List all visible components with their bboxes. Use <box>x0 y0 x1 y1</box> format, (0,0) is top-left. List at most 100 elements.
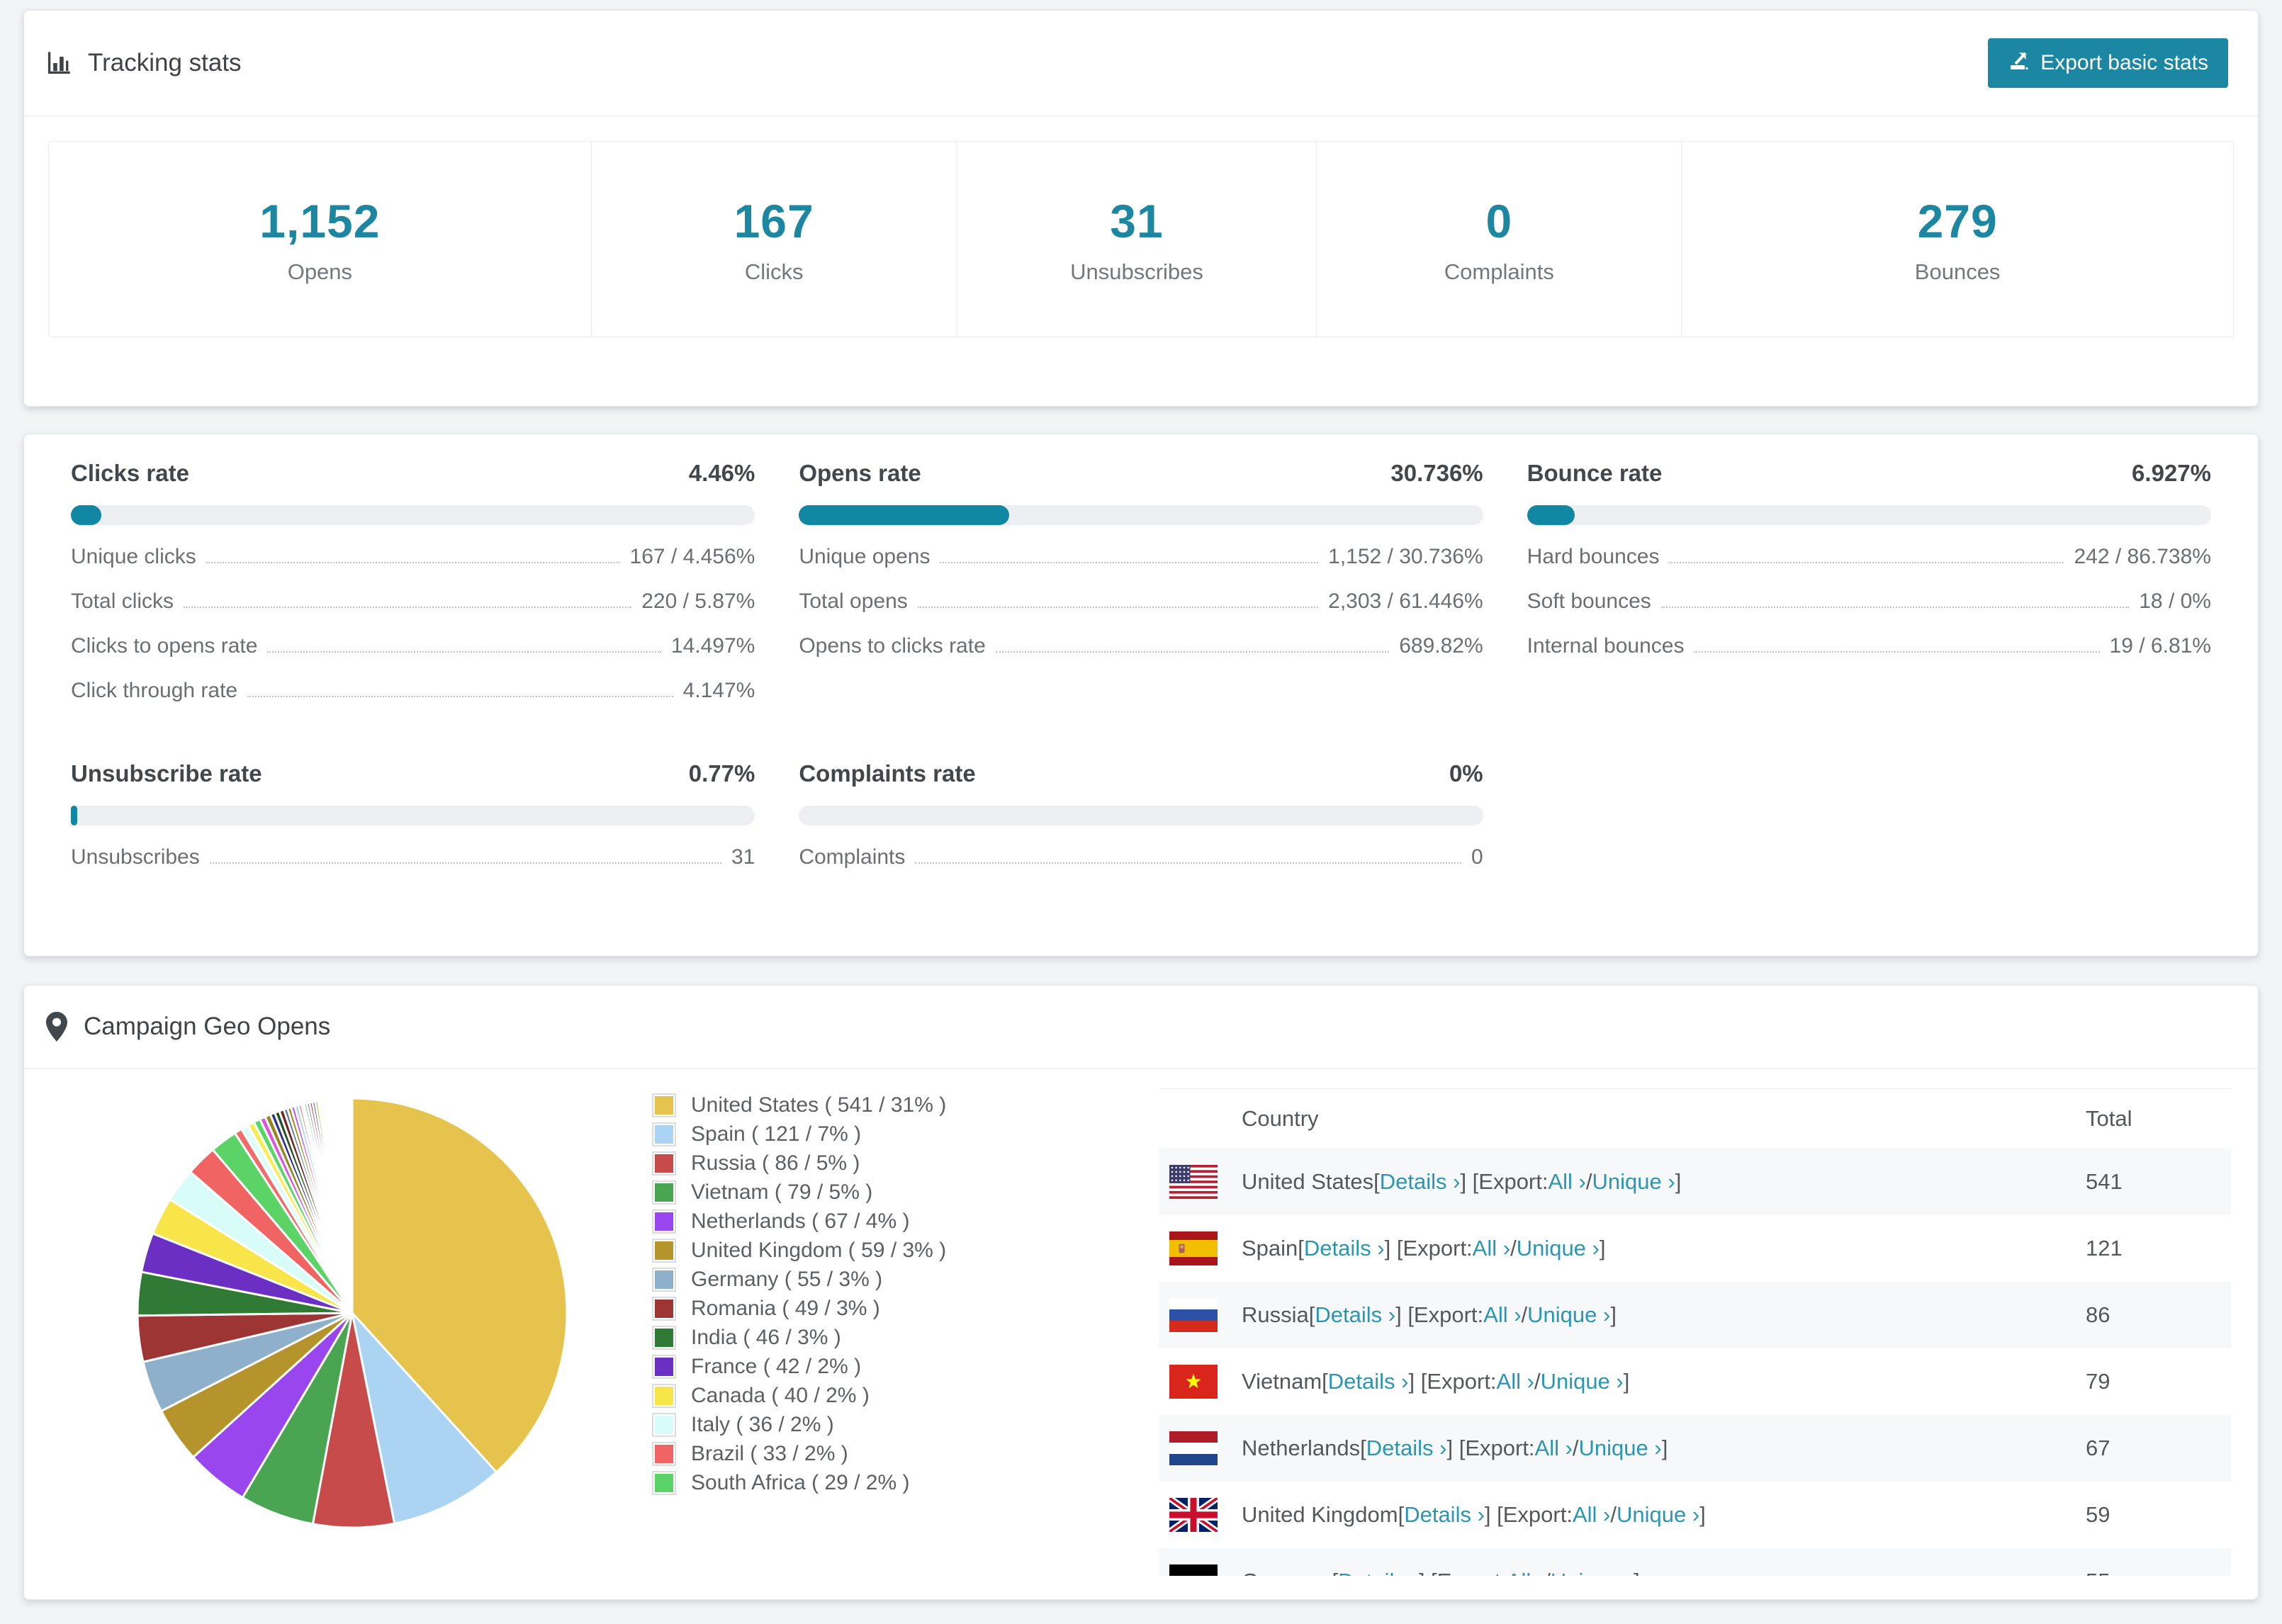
legend-item-vietnam: Vietnam ( 79 / 5% ) <box>652 1178 946 1207</box>
details-link[interactable]: Details › <box>1315 1302 1395 1328</box>
export-all-link[interactable]: All › <box>1473 1236 1510 1261</box>
legend-label-canada: Canada ( 40 / 2% ) <box>691 1383 870 1407</box>
details-link[interactable]: Details › <box>1338 1569 1419 1576</box>
export-all-link[interactable]: All › <box>1507 1569 1544 1576</box>
export-unique-link[interactable]: Unique › <box>1617 1502 1699 1528</box>
legend-item-united-kingdom: United Kingdom ( 59 / 3% ) <box>652 1236 946 1265</box>
legend-label-united-states: United States ( 541 / 31% ) <box>691 1093 947 1117</box>
stat-row-hard-bounces: Hard bounces 242 / 86.738% <box>1527 544 2211 570</box>
stat-row-label: Complaints <box>799 845 906 869</box>
summary-stats-row: 1,152 Opens 167 Clicks 31 Unsubscribes 0 Compla… <box>48 141 2234 337</box>
clicks-rate-title: Clicks rate <box>71 460 189 486</box>
export-unique-link[interactable]: Unique › <box>1551 1569 1634 1576</box>
legend-label-netherlands: Netherlands ( 67 / 4% ) <box>691 1209 910 1233</box>
separator-text: / <box>1534 1369 1541 1394</box>
legend-item-spain: Spain ( 121 / 7% ) <box>652 1120 946 1149</box>
export-all-link[interactable]: All › <box>1483 1302 1521 1328</box>
table-row-spain: Spain [Details ›] [Export: All › / Uniqu… <box>1159 1215 2231 1282</box>
country-total: 86 <box>2086 1302 2110 1327</box>
legend-swatch-italy <box>652 1412 676 1437</box>
legend-item-india: India ( 46 / 3% ) <box>652 1323 946 1352</box>
bounce-rate-rows: Hard bounces 242 / 86.738% Soft bounces 18 … <box>1527 544 2211 659</box>
export-all-link[interactable]: All › <box>1535 1436 1573 1461</box>
country-total: 59 <box>2086 1502 2110 1527</box>
stat-row-total-clicks: Total clicks 220 / 5.87% <box>71 589 755 614</box>
legend-swatch-spain <box>652 1122 676 1146</box>
country-name: Germany <box>1242 1569 1332 1576</box>
export-unique-link[interactable]: Unique › <box>1541 1369 1624 1394</box>
export-unique-link[interactable]: Unique › <box>1592 1169 1675 1195</box>
stat-value-unsubscribes: 31 <box>1110 194 1164 247</box>
details-link[interactable]: Details › <box>1304 1236 1385 1261</box>
unsubscribe-rate-title: Unsubscribe rate <box>71 760 262 786</box>
bracket-text: ] <box>1599 1236 1606 1261</box>
export-all-link[interactable]: All › <box>1548 1169 1585 1195</box>
bracket-text: ] <box>1623 1369 1630 1394</box>
campaign-geo-opens-title: Campaign Geo Opens <box>84 1013 331 1040</box>
export-prefix-text: ] [Export: <box>1460 1169 1548 1194</box>
complaints-rate-block: Complaints rate 0% Complaints 0 <box>799 760 1483 870</box>
stat-row-value: 2,303 / 61.446% <box>1328 590 1483 613</box>
unsubscribe-rate-progress-fill <box>71 806 77 825</box>
details-link[interactable]: Details › <box>1328 1369 1409 1394</box>
dotted-leader <box>995 651 1390 653</box>
stat-row-label: Unique opens <box>799 545 931 568</box>
legend-swatch-south-africa <box>652 1470 676 1495</box>
legend-label-italy: Italy ( 36 / 2% ) <box>691 1412 834 1436</box>
unsubscribe-rate-rows: Unsubscribes 31 <box>71 845 755 870</box>
export-unique-link[interactable]: Unique › <box>1517 1236 1600 1261</box>
export-unique-link[interactable]: Unique › <box>1527 1302 1610 1328</box>
legend-swatch-germany <box>652 1267 676 1292</box>
dotted-leader <box>267 651 661 653</box>
opens-rate-value: 30.736% <box>1390 460 1483 486</box>
legend-item-germany: Germany ( 55 / 3% ) <box>652 1265 946 1294</box>
legend-label-russia: Russia ( 86 / 5% ) <box>691 1151 860 1175</box>
stat-row-unsubscribes: Unsubscribes 31 <box>71 845 755 870</box>
legend-label-germany: Germany ( 55 / 3% ) <box>691 1267 883 1291</box>
export-basic-stats-button[interactable]: Export basic stats <box>1988 38 2228 88</box>
stat-row-label: Unsubscribes <box>71 845 200 869</box>
dotted-leader <box>247 696 673 697</box>
details-link[interactable]: Details › <box>1380 1169 1461 1195</box>
vietnam-flag-icon <box>1169 1365 1218 1399</box>
geo-opens-table: Country Total United States [Details ›] [E… <box>1159 1088 2231 1576</box>
details-link[interactable]: Details › <box>1404 1502 1485 1528</box>
export-prefix-text: ] [Export: <box>1408 1369 1497 1394</box>
bracket-text: ] <box>1610 1302 1617 1327</box>
table-row-russia: Russia [Details ›] [Export: All › / Uniq… <box>1159 1282 2231 1348</box>
legend-item-south-africa: South Africa ( 29 / 2% ) <box>652 1468 946 1497</box>
stat-row-total-opens: Total opens 2,303 / 61.446% <box>799 589 1483 614</box>
export-all-link[interactable]: All › <box>1497 1369 1534 1394</box>
table-row-united-states: United States [Details ›] [Export: All ›… <box>1159 1149 2231 1215</box>
legend-swatch-india <box>652 1325 676 1350</box>
campaign-geo-opens-body: United States ( 541 / 31% ) Spain ( 121 /… <box>24 1069 2258 1599</box>
stat-row-value: 18 / 0% <box>2139 590 2211 613</box>
table-row-vietnam: Vietnam [Details ›] [Export: All › / Uni… <box>1159 1348 2231 1415</box>
bar-chart-icon <box>45 50 72 77</box>
country-total: 121 <box>2086 1236 2123 1261</box>
stat-row-complaints: Complaints 0 <box>799 845 1483 870</box>
map-pin-icon <box>45 1011 68 1042</box>
legend-item-italy: Italy ( 36 / 2% ) <box>652 1410 946 1439</box>
export-all-link[interactable]: All › <box>1573 1502 1610 1528</box>
separator-text: / <box>1572 1436 1579 1460</box>
country-name: United States <box>1242 1169 1374 1194</box>
dotted-leader <box>1694 651 2100 653</box>
country-total: 55 <box>2086 1569 2110 1576</box>
export-prefix-text: ] [Export: <box>1446 1436 1535 1460</box>
stat-row-label: Total clicks <box>71 590 174 613</box>
table-row-united-kingdom: United Kingdom [Details ›] [Export: All … <box>1159 1482 2231 1548</box>
details-link[interactable]: Details › <box>1366 1436 1447 1461</box>
stat-row-label: Hard bounces <box>1527 545 1660 568</box>
tracking-stats-header: Tracking stats Export basic stats <box>24 11 2258 117</box>
geo-opens-pie-chart <box>136 1097 568 1529</box>
campaign-geo-opens-card: Campaign Geo Opens United States ( 541 /… <box>23 985 2259 1600</box>
bounce-rate-progress-bar <box>1527 505 2211 525</box>
unsubscribe-rate-value: 0.77% <box>688 760 755 786</box>
export-unique-link[interactable]: Unique › <box>1579 1436 1662 1461</box>
legend-swatch-brazil <box>652 1441 676 1466</box>
stat-row-soft-bounces: Soft bounces 18 / 0% <box>1527 589 2211 614</box>
separator-text: / <box>1521 1302 1528 1327</box>
stat-label-unsubscribes: Unsubscribes <box>1070 259 1203 284</box>
stat-row-value: 242 / 86.738% <box>2074 545 2211 568</box>
